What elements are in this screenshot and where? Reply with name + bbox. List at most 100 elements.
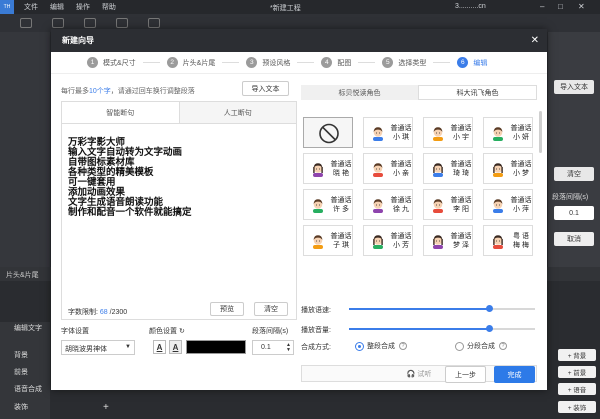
voice-card[interactable]: 普通话小 亲 — [363, 153, 413, 184]
char-count: 字数限制: 68 /2300 — [68, 307, 127, 317]
voice-name: 普通话小 琪 — [390, 124, 412, 142]
avatar-icon — [373, 163, 383, 177]
bg-clear-button[interactable]: 清空 — [554, 167, 594, 181]
tool-icon[interactable] — [84, 18, 96, 28]
track-voice[interactable]: 语音合成 — [14, 384, 42, 394]
voice-card[interactable]: 普通话小 妍 — [483, 117, 533, 148]
voice-language: 普通话 — [450, 161, 472, 168]
color-label-text: 颜色设置 — [149, 328, 177, 335]
bg-import-text-button[interactable]: 导入文本 — [554, 80, 594, 94]
speed-slider[interactable]: 播放语速: — [301, 303, 537, 315]
track-background[interactable]: 背景 — [14, 350, 28, 360]
tool-icon[interactable] — [20, 18, 32, 28]
menu-edit[interactable]: 编辑 — [50, 4, 64, 11]
listen-label: 试听 — [417, 370, 432, 378]
previous-step-button[interactable]: 上一步 — [445, 366, 486, 383]
spacing-stepper[interactable]: 0.1 ▲ ▼ — [252, 340, 294, 355]
preview-button[interactable]: 预览 — [210, 302, 244, 316]
avatar-icon — [433, 199, 443, 213]
import-text-button[interactable]: 导入文本 — [242, 81, 289, 96]
step-number: 2 — [166, 57, 178, 68]
refresh-icon[interactable]: ↻ — [179, 328, 185, 335]
close-icon[interactable]: ✕ — [531, 35, 539, 46]
voice-card[interactable]: 普通话子 琪 — [303, 225, 353, 256]
step-select-type[interactable]: 5 选择类型 — [382, 57, 426, 68]
voice-card[interactable]: 普通话小 琪 — [363, 117, 413, 148]
slider-handle[interactable] — [486, 325, 493, 332]
add-background-button[interactable]: + 背景 — [558, 349, 596, 361]
volume-label: 播放音量: — [301, 327, 331, 334]
help-icon[interactable]: ? — [499, 342, 507, 350]
slider-handle[interactable] — [486, 305, 493, 312]
voice-card[interactable]: 普通话梦 泽 — [423, 225, 473, 256]
bg-spacing-field[interactable]: 0.1 — [554, 206, 594, 220]
voice-card[interactable]: 普通话许 多 — [303, 189, 353, 220]
volume-slider[interactable]: 播放音量: — [301, 323, 537, 335]
menu-file[interactable]: 文件 — [24, 4, 38, 11]
avatar-icon — [493, 127, 503, 141]
add-decoration-button[interactable]: + 装饰 — [558, 401, 596, 413]
finish-button[interactable]: 完成 — [494, 366, 535, 383]
user-account[interactable]: 3..........cn — [455, 3, 486, 10]
track-decoration[interactable]: 装饰 — [14, 402, 28, 412]
minimize-icon[interactable]: – — [540, 2, 544, 11]
voice-speaker: 小 妍 — [513, 134, 529, 141]
voice-card[interactable]: 普通话小 萍 — [483, 189, 533, 220]
add-track-icon[interactable]: + — [103, 402, 109, 413]
menu-action[interactable]: 操作 — [76, 4, 90, 11]
tool-icon[interactable] — [52, 18, 64, 28]
new-wizard-dialog: 新建向导 ✕ 1 模式&尺寸 2 片头&片尾 3 预设风格 4 配图 5 选择类型 6 编辑… — [51, 29, 547, 390]
step-preset-style[interactable]: 3 预设风格 — [246, 57, 290, 68]
voice-speaker: 李 阳 — [453, 206, 469, 213]
close-window-icon[interactable]: ✕ — [578, 2, 585, 11]
help-icon[interactable]: ? — [399, 342, 407, 350]
voice-card[interactable]: 普通话小 梦 — [483, 153, 533, 184]
voice-card[interactable]: 普通话李 阳 — [423, 189, 473, 220]
radio-whole-paragraph[interactable]: 整段合成? — [355, 341, 407, 351]
color-swatch[interactable] — [186, 340, 246, 354]
step-edit[interactable]: 6 编辑 — [457, 57, 487, 68]
font-value: 胡晓波男神体 — [65, 346, 107, 353]
step-number: 3 — [246, 57, 258, 68]
scrollbar[interactable] — [539, 111, 542, 153]
voice-card[interactable]: 普通话晓 艳 — [303, 153, 353, 184]
add-voice-button[interactable]: + 语音 — [558, 383, 596, 395]
bg-color-icon[interactable]: A — [169, 340, 182, 354]
step-images[interactable]: 4 配图 — [321, 57, 351, 68]
menu-help[interactable]: 帮助 — [102, 4, 116, 11]
voice-card[interactable]: 普通话小 芳 — [363, 225, 413, 256]
app-title-bar: TH 文件 编辑 操作 帮助 *新建工程 3..........cn – □ ✕ — [0, 0, 600, 14]
voice-language: 普通话 — [450, 233, 472, 240]
text-editor[interactable]: 智能断句 人工断句 万彩字影大师 输入文字自动转为文字动画 自带图标素材库 各种… — [61, 101, 297, 320]
tool-icon[interactable] — [116, 18, 128, 28]
tab-smart-split[interactable]: 智能断句 — [62, 102, 180, 123]
stepper-arrows-icon[interactable]: ▲ ▼ — [286, 343, 291, 353]
tab-biaobei-voices[interactable]: 标贝悦读角色 — [301, 85, 418, 100]
radio-split-paragraph[interactable]: 分段合成? — [455, 341, 507, 351]
track-edit-text[interactable]: 编辑文字 — [14, 323, 42, 333]
voice-language: 粤 语 — [513, 233, 529, 240]
avatar-icon — [433, 235, 443, 249]
tab-iflytek-voices[interactable]: 科大讯飞角色 — [418, 85, 537, 100]
voice-card[interactable]: 普通话琦 琦 — [423, 153, 473, 184]
tool-icon[interactable] — [148, 18, 160, 28]
text-lines[interactable]: 万彩字影大师 输入文字自动转为文字动画 自带图标素材库 各种类型的精美模板 可一… — [62, 124, 296, 218]
font-select[interactable]: 胡晓波男神体 ▼ — [61, 340, 135, 355]
font-color-icon[interactable]: A — [153, 340, 166, 354]
clear-button[interactable]: 清空 — [254, 302, 288, 316]
track-foreground[interactable]: 前景 — [14, 367, 28, 377]
step-intro-outro[interactable]: 2 片头&片尾 — [166, 57, 215, 68]
color-setting-label: 颜色设置 ↻ — [149, 326, 185, 336]
voice-card[interactable]: 普通话徐 九 — [363, 189, 413, 220]
maximize-icon[interactable]: □ — [558, 2, 563, 11]
voice-language: 普通话 — [450, 125, 472, 132]
step-mode-size[interactable]: 1 模式&尺寸 — [87, 57, 136, 68]
bg-cancel-button[interactable]: 取消 — [554, 232, 594, 246]
tab-manual-split[interactable]: 人工断句 — [179, 102, 296, 123]
voice-card[interactable]: 粤 语梅 梅 — [483, 225, 533, 256]
voice-language: 普通话 — [390, 125, 412, 132]
add-foreground-button[interactable]: + 前景 — [558, 366, 596, 378]
step-label: 选择类型 — [398, 59, 427, 67]
voice-none[interactable] — [303, 117, 353, 148]
voice-card[interactable]: 普通话小 宇 — [423, 117, 473, 148]
